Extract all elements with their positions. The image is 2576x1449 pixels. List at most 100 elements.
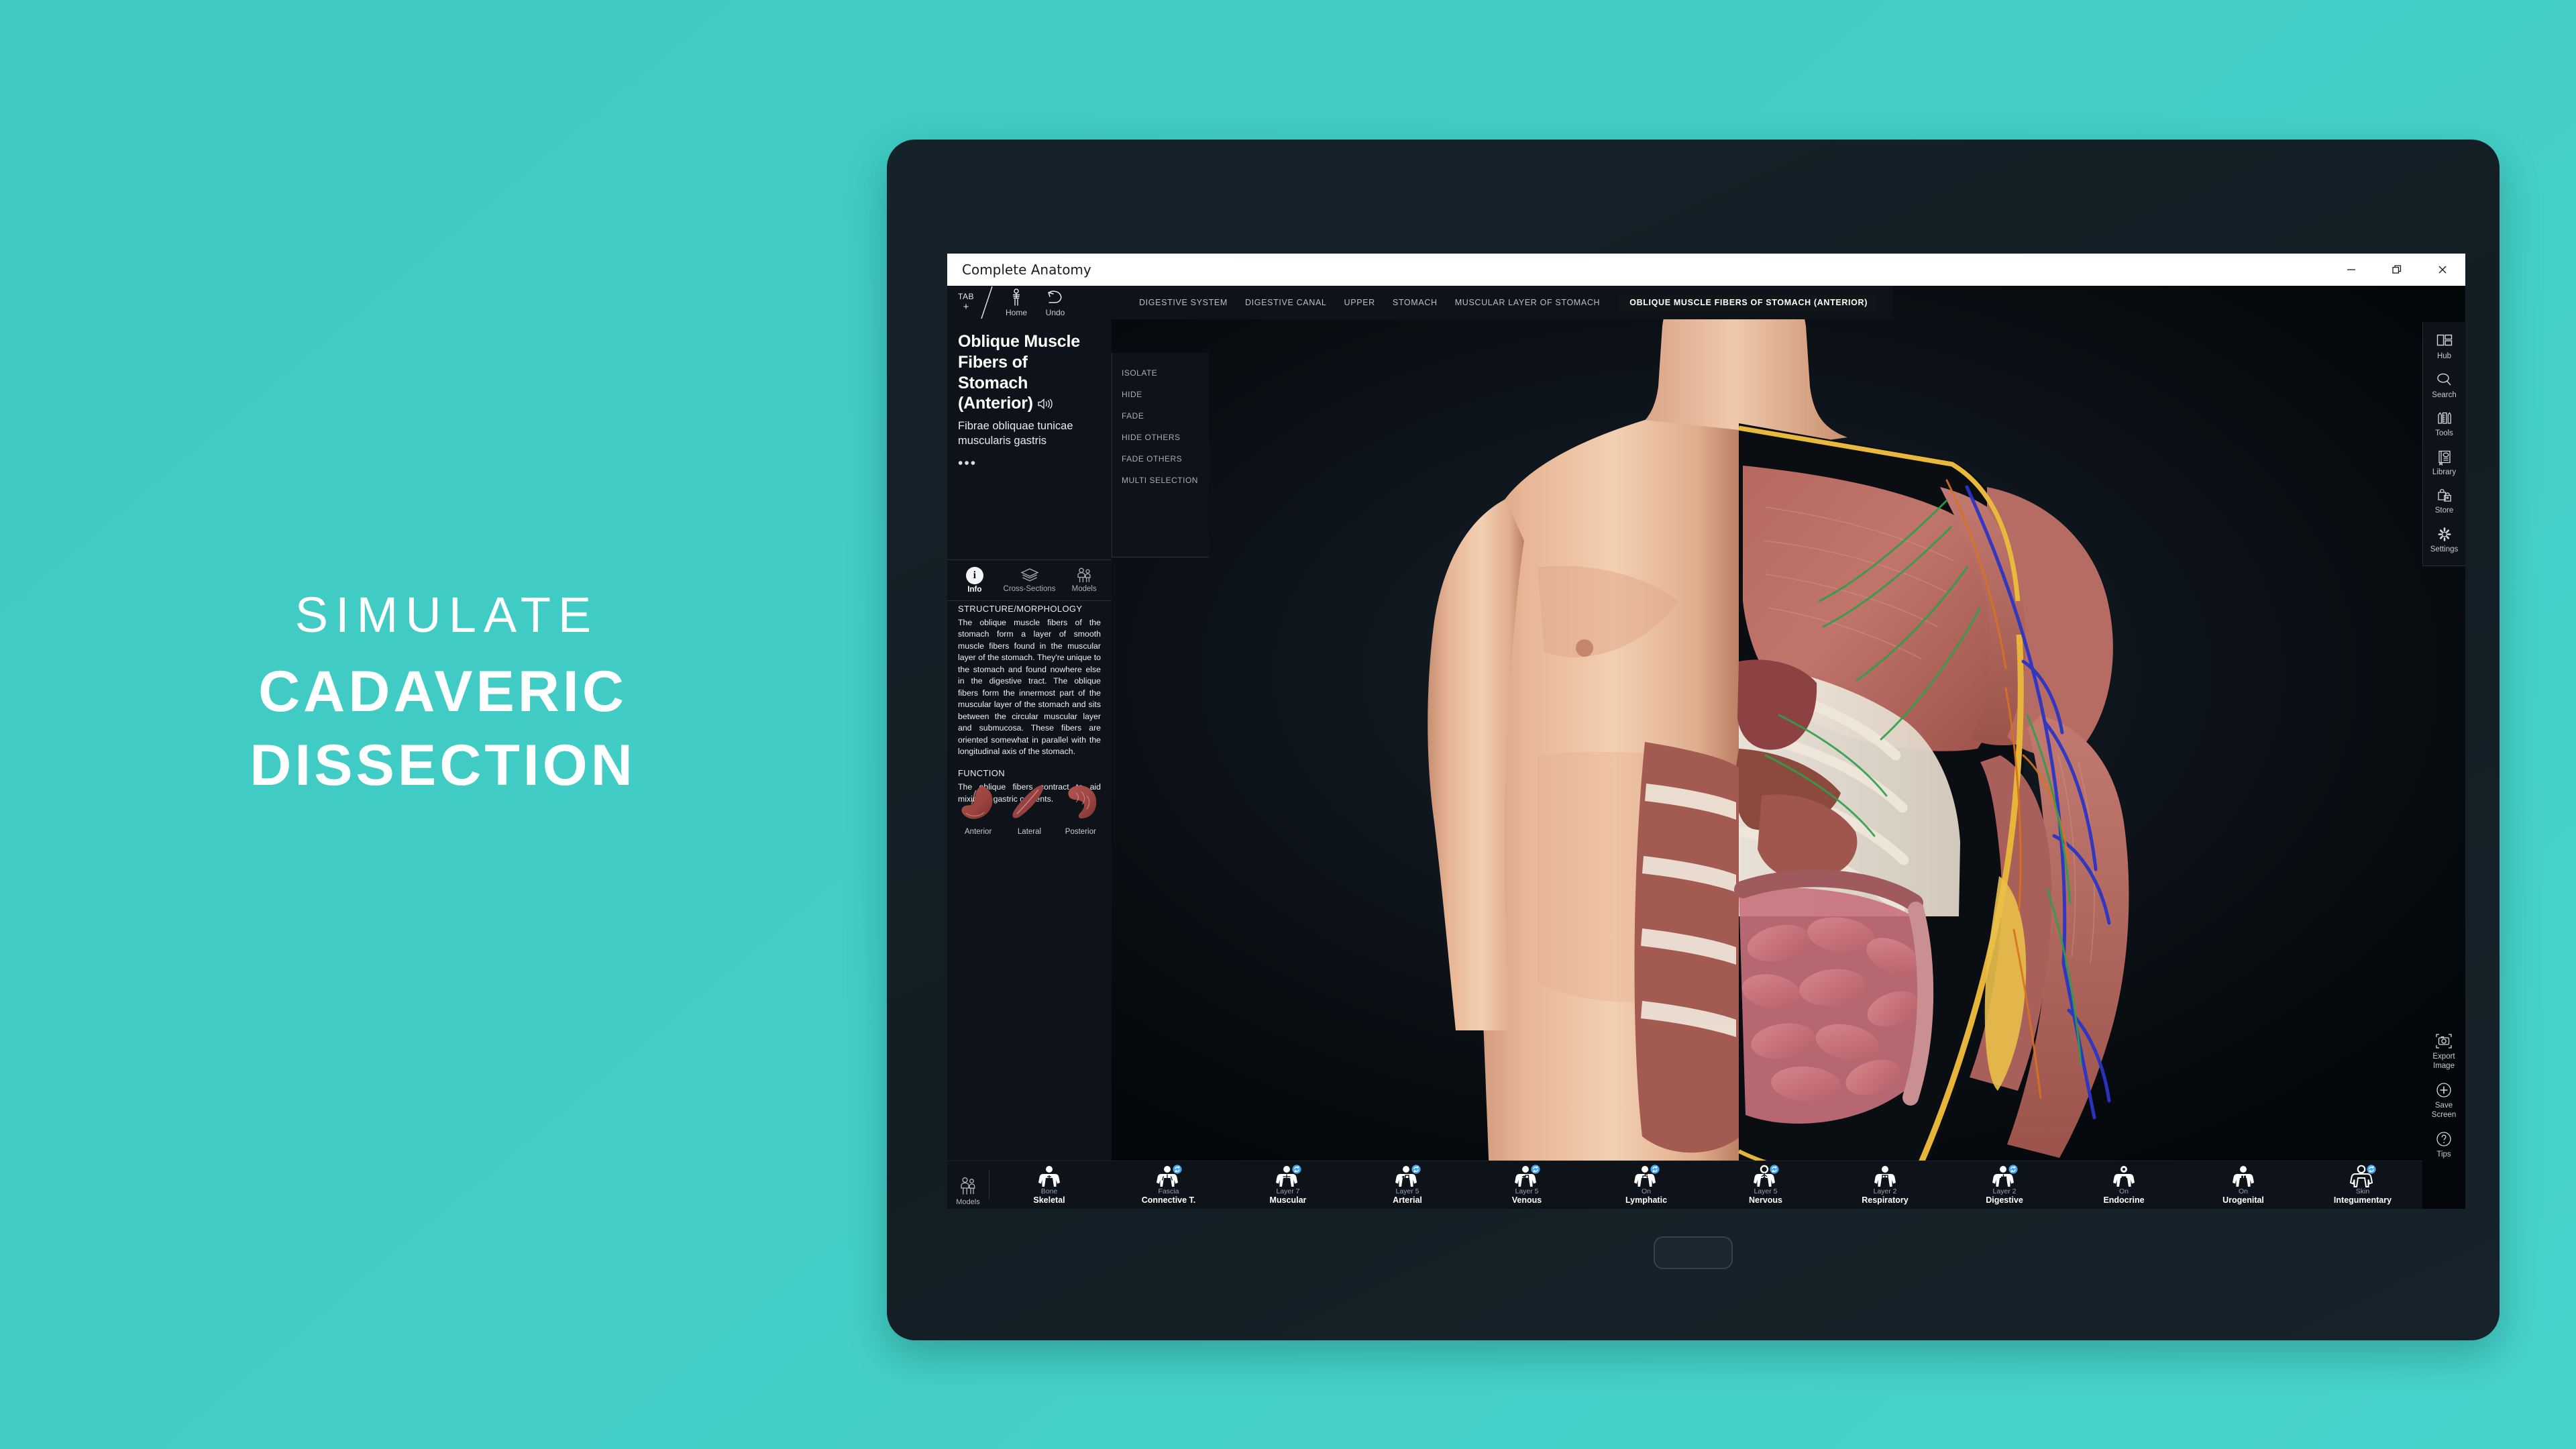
system-state: On	[2118, 1187, 2129, 1195]
skeletal-icon	[1036, 1165, 1063, 1187]
right-sidebar-bottom-group: Export Image Save Screen Tips	[2422, 1026, 2465, 1165]
undo-button[interactable]: Undo	[1038, 286, 1072, 319]
promo-line-3: DISSECTION	[250, 733, 636, 798]
tab-label: TAB	[958, 291, 974, 301]
sidebar-item-export-image[interactable]: Export Image	[2422, 1026, 2465, 1075]
system-name: Nervous	[1748, 1195, 1783, 1205]
system-state: Layer 5	[1754, 1187, 1778, 1195]
gear-icon	[2438, 527, 2451, 541]
sidebar-label-library: Library	[2432, 468, 2457, 476]
sidebar-label-settings: Settings	[2430, 545, 2459, 553]
action-hide-others[interactable]: HIDE OTHERS	[1112, 427, 1209, 448]
thumbnail-anterior[interactable]: Anterior	[953, 782, 1004, 836]
system-state: Fascia	[1158, 1187, 1179, 1195]
tab-cross-sections[interactable]: Cross-Sections	[1002, 560, 1057, 600]
system-item-urogenital[interactable]: On Urogenital	[2184, 1165, 2303, 1209]
connective-tissue-icon	[1155, 1165, 1182, 1187]
refresh-badge	[2367, 1165, 2376, 1174]
lymphatic-icon	[1633, 1165, 1660, 1187]
refresh-badge	[1173, 1165, 1182, 1174]
stomach-posterior-image	[1068, 785, 1097, 818]
sidebar-item-tips[interactable]: Tips	[2422, 1124, 2465, 1165]
action-fade-others[interactable]: FADE OTHERS	[1112, 448, 1209, 470]
system-item-integumentary[interactable]: Skin Integumentary	[2303, 1165, 2422, 1209]
refresh-badge	[1292, 1165, 1301, 1174]
thumbnail-lateral[interactable]: Lateral	[1004, 782, 1055, 836]
system-state: Layer 5	[1395, 1187, 1419, 1195]
system-state: Skin	[2355, 1187, 2370, 1195]
sidebar-item-save-screen[interactable]: Save Screen	[2422, 1075, 2465, 1124]
new-tab-button[interactable]: TAB +	[951, 286, 981, 319]
sidebar-item-search[interactable]: Search	[2423, 366, 2465, 405]
info-panel-tabs: i Info Cross-Sections Models	[947, 559, 1112, 601]
system-name: Connective T.	[1141, 1195, 1196, 1205]
system-state: Layer 2	[1873, 1187, 1897, 1195]
sidebar-item-library[interactable]: Library	[2423, 443, 2465, 482]
close-icon[interactable]	[2420, 254, 2465, 286]
system-name: Venous	[1511, 1195, 1542, 1205]
refresh-badge	[1531, 1165, 1540, 1174]
sidebar-label-export-image: Export Image	[2432, 1053, 2455, 1070]
venous-icon	[1513, 1165, 1540, 1187]
action-fade[interactable]: FADE	[1112, 405, 1209, 427]
system-item-venous[interactable]: Layer 5 Venous	[1467, 1165, 1587, 1209]
tablet-home-button[interactable]	[1654, 1236, 1733, 1269]
window-titlebar: Complete Anatomy	[947, 254, 2465, 286]
systems-toolbar: Models Bone Skeletal Fascia Connective T…	[947, 1161, 2422, 1209]
section-heading-function: FUNCTION	[958, 768, 1005, 779]
tab-models[interactable]: Models	[1057, 560, 1112, 600]
action-multi-selection[interactable]: MULTI SELECTION	[1112, 470, 1209, 491]
system-state: Layer 5	[1515, 1187, 1539, 1195]
stomach-lateral-image	[1012, 785, 1044, 818]
digestive-icon	[1991, 1165, 2018, 1187]
refresh-badge	[1411, 1165, 1421, 1174]
right-sidebar: Hub Search Tools Library Store Settings …	[2422, 319, 2465, 1209]
more-options-button[interactable]: •••	[958, 455, 1101, 472]
system-name: Respiratory	[1862, 1195, 1909, 1205]
view-thumbnails: Anterior Lateral Posterior	[947, 782, 1112, 836]
question-circle-icon	[2436, 1132, 2451, 1147]
thumbnail-caption: Anterior	[965, 828, 992, 836]
action-hide[interactable]: HIDE	[1112, 384, 1209, 405]
speaker-icon[interactable]	[1037, 394, 1053, 415]
minimize-icon[interactable]	[2328, 254, 2374, 286]
action-isolate[interactable]: ISOLATE	[1112, 362, 1209, 384]
system-item-skeletal[interactable]: Bone Skeletal	[989, 1165, 1109, 1209]
camera-icon	[2436, 1034, 2452, 1049]
top-toolbar: TAB + Home Undo	[947, 286, 1893, 319]
muscular-icon	[1275, 1165, 1301, 1187]
system-item-nervous[interactable]: Layer 5 Nervous	[1706, 1165, 1825, 1209]
promo-line-1: SIMULATE	[294, 587, 599, 643]
sidebar-item-settings[interactable]: Settings	[2423, 521, 2465, 559]
window-controls	[2328, 254, 2465, 286]
refresh-badge	[1650, 1165, 1660, 1174]
structure-title: Oblique Muscle Fibers of Stomach (Anteri…	[958, 332, 1080, 413]
home-button[interactable]: Home	[1000, 286, 1033, 319]
system-item-digestive[interactable]: Layer 2 Digestive	[1945, 1165, 2064, 1209]
application-body: TAB + Home Undo DIGESTIVE SYSTEM DIGESTI…	[947, 286, 2465, 1209]
models-button[interactable]: Models	[947, 1161, 989, 1209]
info-panel: Oblique Muscle Fibers of Stomach (Anteri…	[947, 319, 1209, 1209]
system-item-arterial[interactable]: Layer 5 Arterial	[1348, 1165, 1467, 1209]
tab-info[interactable]: i Info	[947, 560, 1002, 600]
system-name: Endocrine	[2103, 1195, 2145, 1205]
thumbnail-posterior[interactable]: Posterior	[1055, 782, 1106, 836]
tab-models-label: Models	[1071, 585, 1097, 593]
layers-icon	[1020, 568, 1039, 582]
restore-icon[interactable]	[2374, 254, 2420, 286]
system-item-respiratory[interactable]: Layer 2 Respiratory	[1825, 1165, 1945, 1209]
info-panel-header: Oblique Muscle Fibers of Stomach (Anteri…	[947, 319, 1112, 472]
thumbnail-caption: Lateral	[1017, 828, 1042, 836]
sidebar-item-tools[interactable]: Tools	[2423, 405, 2465, 443]
system-state: Layer 7	[1276, 1187, 1300, 1195]
sidebar-item-hub[interactable]: Hub	[2423, 327, 2465, 366]
system-item-lymphatic[interactable]: On Lymphatic	[1587, 1165, 1706, 1209]
people-icon	[961, 1177, 975, 1195]
system-item-endocrine[interactable]: On Endocrine	[2064, 1165, 2184, 1209]
system-name: Urogenital	[2222, 1195, 2264, 1205]
system-item-muscular[interactable]: Layer 7 Muscular	[1228, 1165, 1348, 1209]
sidebar-label-search: Search	[2432, 390, 2457, 399]
system-item-connective-t[interactable]: Fascia Connective T.	[1109, 1165, 1228, 1209]
hub-icon	[2436, 334, 2452, 346]
sidebar-item-store[interactable]: Store	[2423, 482, 2465, 521]
